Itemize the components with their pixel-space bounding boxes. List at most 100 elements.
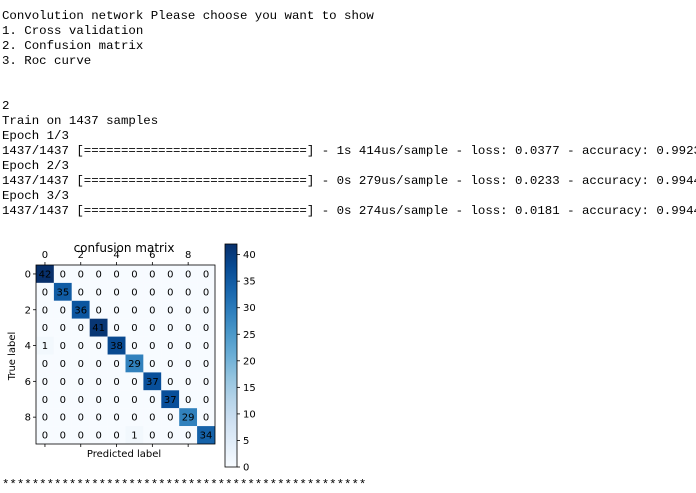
epoch-header: Epoch 1/3 bbox=[2, 129, 69, 143]
cell-value-label: 0 bbox=[203, 305, 209, 316]
cell-value-label: 0 bbox=[95, 395, 101, 406]
cell-value-label: 34 bbox=[200, 431, 213, 442]
confusion-matrix-chart: confusion matrix 42 0 0 0 0 0 0 0 0 00 35 0 0 0 0 0 0 0 00… bbox=[7, 241, 256, 474]
cell-value-label: 0 bbox=[42, 323, 48, 334]
cell-value-label: 0 bbox=[149, 323, 155, 334]
colorbar-tick-label: 10 bbox=[243, 409, 256, 420]
epoch-progress: 1437/1437 [=============================… bbox=[2, 174, 696, 188]
cell-value-label: 0 bbox=[78, 287, 84, 298]
cell-value-label: 29 bbox=[128, 359, 141, 370]
heatmap-cells: 42 0 0 0 0 0 0 0 0 0 0 35 0 0 0 0 0 0 0 0 0 0 36 0 0 0 0 0 0 0 0 0 0 41 0 0… bbox=[35, 264, 216, 445]
x-tick-label: 6 bbox=[149, 250, 155, 261]
cell-value-label: 0 bbox=[149, 431, 155, 442]
x-tick-label: 4 bbox=[113, 250, 119, 261]
epoch-header: Epoch 2/3 bbox=[2, 159, 69, 173]
cell-value-label: 0 bbox=[131, 287, 137, 298]
cell-value-label: 0 bbox=[60, 431, 66, 442]
top-separator: ****************************************… bbox=[2, 0, 404, 8]
cell-value-label: 0 bbox=[185, 269, 191, 280]
colorbar-tick-label: 25 bbox=[243, 330, 256, 341]
cell-value-label: 0 bbox=[95, 287, 101, 298]
cell-value-label: 0 bbox=[131, 395, 137, 406]
cell-value-label: 0 bbox=[131, 341, 137, 352]
cell-value-label: 0 bbox=[149, 305, 155, 316]
cell-value-label: 0 bbox=[185, 377, 191, 388]
cell-value-label: 0 bbox=[42, 431, 48, 442]
cell-value-label: 36 bbox=[74, 305, 87, 316]
cell-value-label: 0 bbox=[113, 323, 119, 334]
y-tick-label: 0 bbox=[25, 269, 31, 280]
cell-value-label: 0 bbox=[113, 377, 119, 388]
cell-value-label: 0 bbox=[131, 269, 137, 280]
colorbar-tick-label: 35 bbox=[243, 277, 256, 288]
y-tick-label: 8 bbox=[25, 413, 31, 424]
confusion-matrix-figure: confusion matrix 42 0 0 0 0 0 0 0 0 0 0 35 0 0 0 0 0 0 0 0 0… bbox=[0, 236, 270, 474]
cell-value-label: 0 bbox=[60, 305, 66, 316]
cell-value-label: 0 bbox=[167, 287, 173, 298]
cell-value-label: 0 bbox=[203, 413, 209, 424]
cell-value-label: 0 bbox=[95, 305, 101, 316]
cell-value-label: 0 bbox=[113, 359, 119, 370]
cell-value-label: 0 bbox=[203, 377, 209, 388]
y-tick-label: 4 bbox=[25, 341, 31, 352]
cell-value-label: 0 bbox=[95, 269, 101, 280]
cell-value-label: 0 bbox=[149, 359, 155, 370]
colorbar-tick-label: 30 bbox=[243, 303, 256, 314]
cell-value-label: 0 bbox=[203, 395, 209, 406]
cell-value-label: 0 bbox=[185, 431, 191, 442]
cell-value-label: 0 bbox=[113, 431, 119, 442]
cell-value-label: 0 bbox=[185, 359, 191, 370]
cell-value-label: 0 bbox=[95, 413, 101, 424]
cell-value-label: 0 bbox=[167, 377, 173, 388]
cell-value-label: 37 bbox=[164, 395, 177, 406]
cell-value-label: 41 bbox=[92, 323, 105, 334]
cell-value-label: 0 bbox=[95, 359, 101, 370]
cell-value-label: 0 bbox=[95, 377, 101, 388]
cell-value-label: 0 bbox=[167, 341, 173, 352]
cell-value-label: 38 bbox=[110, 341, 123, 352]
cell-value-label: 0 bbox=[131, 323, 137, 334]
cell-value-label: 42 bbox=[39, 269, 52, 280]
cell-value-label: 0 bbox=[131, 377, 137, 388]
cell-value-label: 0 bbox=[203, 359, 209, 370]
cell-value-label: 0 bbox=[78, 413, 84, 424]
cell-value-label: 0 bbox=[60, 359, 66, 370]
cell-value-label: 0 bbox=[95, 431, 101, 442]
x-tick-label: 0 bbox=[42, 250, 48, 261]
cell-value-label: 0 bbox=[167, 431, 173, 442]
colorbar-gradient bbox=[224, 243, 238, 468]
colorbar-tick-label: 20 bbox=[243, 356, 256, 367]
cell-value-label: 0 bbox=[203, 269, 209, 280]
cell-value-label: 0 bbox=[113, 395, 119, 406]
y-tick-label: 6 bbox=[25, 377, 31, 388]
cell-value-label: 0 bbox=[113, 413, 119, 424]
menu-item-confusion-matrix: 2. Confusion matrix bbox=[2, 39, 144, 53]
colorbar-tick-label: 40 bbox=[243, 250, 256, 261]
cell-value-label: 0 bbox=[42, 305, 48, 316]
cell-value-label: 0 bbox=[131, 305, 137, 316]
cell-value-label: 0 bbox=[60, 377, 66, 388]
chart-title: confusion matrix bbox=[74, 241, 175, 255]
cell-value-label: 0 bbox=[149, 287, 155, 298]
cell-value-label: 0 bbox=[167, 359, 173, 370]
cell-value-label: 0 bbox=[203, 287, 209, 298]
colorbar: 0 5 10 15 20 25 30 35 40 bbox=[224, 243, 256, 474]
cell-value-label: 0 bbox=[42, 359, 48, 370]
cell-value-label: 0 bbox=[167, 323, 173, 334]
colorbar-tick-label: 0 bbox=[243, 463, 249, 473]
epoch-header: Epoch 3/3 bbox=[2, 189, 69, 203]
cell-value-label: 0 bbox=[42, 377, 48, 388]
cell-value-label: 0 bbox=[78, 377, 84, 388]
cell-value-label: 0 bbox=[78, 395, 84, 406]
cell-value-label: 1 bbox=[42, 341, 48, 352]
cell-value-label: 37 bbox=[146, 377, 159, 388]
colorbar-tick-label: 5 bbox=[243, 436, 249, 447]
cell-value-label: 0 bbox=[185, 341, 191, 352]
cell-value-label: 0 bbox=[42, 287, 48, 298]
cell-value-label: 0 bbox=[131, 413, 137, 424]
colorbar-tick-label: 15 bbox=[243, 383, 256, 394]
cell-value-label: 0 bbox=[185, 323, 191, 334]
cell-value-label: 0 bbox=[149, 413, 155, 424]
